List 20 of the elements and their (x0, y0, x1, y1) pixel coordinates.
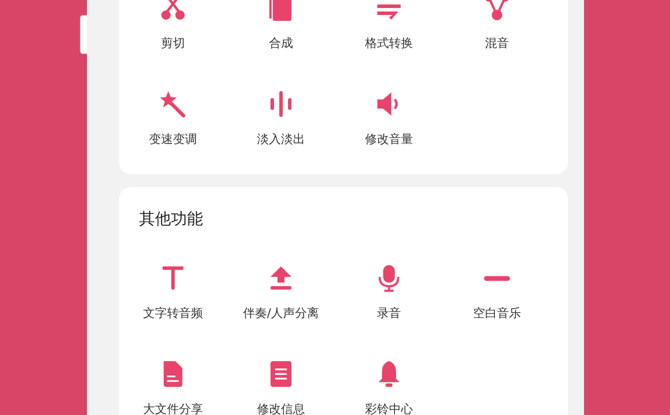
tool-button[interactable]: 文字转音频 (141, 305, 205, 321)
tool-button[interactable]: 变速变调 (147, 131, 199, 147)
tool-button[interactable]: 彩铃中心 (363, 401, 415, 415)
scissors-icon (159, 0, 187, 22)
side-handle[interactable] (80, 15, 87, 54)
magic-wand-icon (159, 90, 187, 118)
tool-button[interactable]: 修改信息 (255, 401, 307, 415)
tool-button[interactable]: 合成 (267, 35, 295, 51)
tool-button[interactable]: 空白音乐 (471, 305, 523, 321)
tool-button[interactable]: 伴奏/人声分离 (240, 305, 322, 321)
section-title: 其他功能 (138, 208, 204, 230)
tool-button[interactable]: 录音 (375, 305, 403, 321)
tool-button[interactable]: 淡入淡出 (255, 131, 307, 147)
nodes-icon (483, 0, 511, 22)
tool-button[interactable]: 修改音量 (363, 131, 415, 147)
tool-button[interactable]: 大文件分享 (141, 401, 205, 415)
minus-icon (484, 276, 510, 280)
tool-button[interactable]: 格式转换 (363, 35, 415, 51)
tool-button[interactable]: 混音 (483, 35, 511, 51)
tool-button[interactable]: 剪切 (159, 35, 187, 51)
